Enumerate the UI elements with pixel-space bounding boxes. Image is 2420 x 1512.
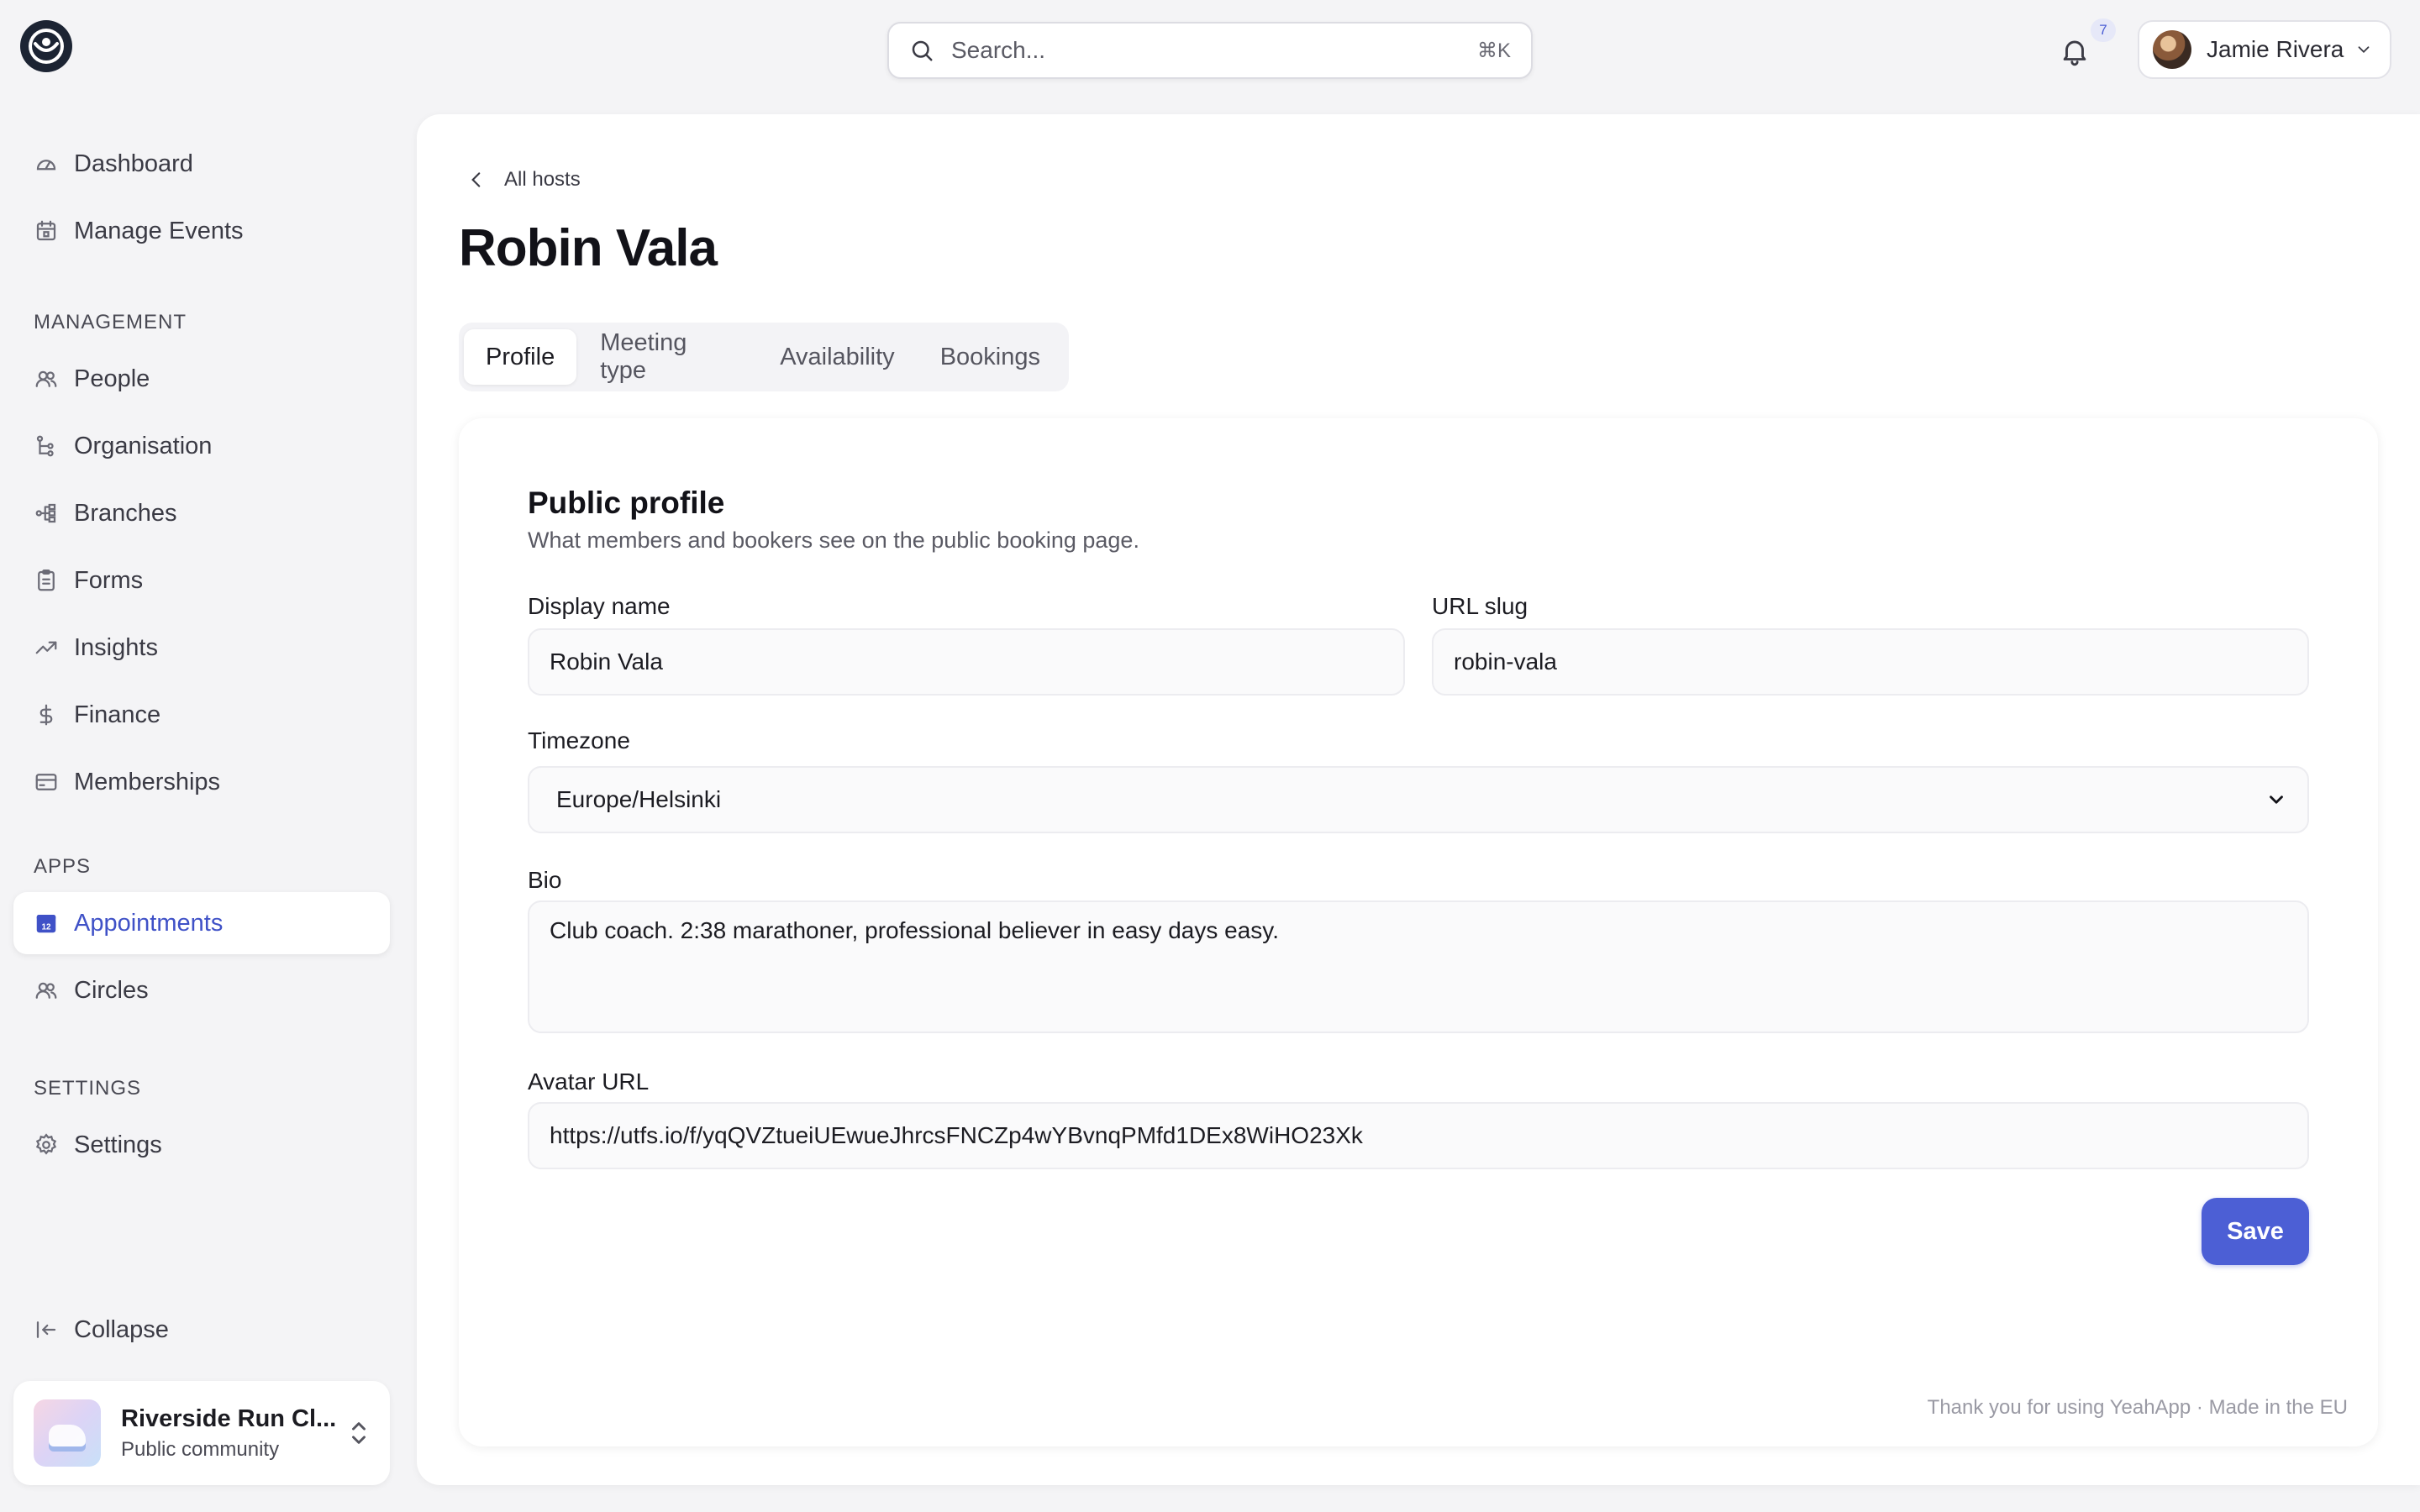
section-label-management: MANAGEMENT [34,311,187,333]
sidebar-item-label: Circles [74,976,149,1004]
dollar-icon [34,702,59,727]
sidebar-item-label: Finance [74,701,161,728]
bio-textarea[interactable]: Club coach. 2:38 marathoner, professiona… [528,900,2309,1033]
url-slug-label: URL slug [1432,593,1528,619]
avatar-url-label: Avatar URL [528,1068,650,1095]
sidebar-item-label: Branches [74,499,177,527]
org-name: Riverside Run Cl... [121,1404,337,1432]
sidebar-item-label: Insights [74,633,158,661]
org-image [34,1399,101,1467]
calendar-12-icon: 12 [34,911,59,936]
section-label-apps: APPS [34,855,92,878]
section-label-settings: SETTINGS [34,1077,142,1100]
form-description: What members and bookers see on the publ… [528,528,1139,553]
sidebar-item-circles[interactable]: Circles [13,959,390,1021]
org-subtitle: Public community [121,1437,280,1461]
tab-bookings[interactable]: Bookings [918,329,1062,385]
sidebar-item-settings[interactable]: Settings [13,1114,390,1176]
svg-text:12: 12 [41,923,51,932]
collapse-icon [34,1317,59,1342]
collapse-button[interactable]: Collapse [13,1299,390,1361]
breadcrumb[interactable]: All hosts [466,168,581,192]
sidebar-item-label: Forms [74,566,144,594]
branches-icon [34,501,59,526]
users-icon [34,366,59,391]
chevron-left-icon [466,169,487,191]
search-icon [909,38,934,63]
tab-meeting-type[interactable]: Meeting type [578,329,756,385]
main-panel: All hosts Robin Vala Profile Meeting typ… [417,114,2420,1485]
footer-note: Thank you for using YeahApp · Made in th… [1927,1396,2348,1419]
avatar-url-field[interactable]: https://utfs.io/f/yqQVZtueiUEwueJhrcsFNC… [528,1102,2309,1169]
display-name-value: Robin Vala [550,648,663,675]
display-name-label: Display name [528,593,671,619]
sidebar-item-finance[interactable]: Finance [13,684,390,746]
org-switcher[interactable]: Riverside Run Cl... Public community [13,1381,390,1485]
page-title: Robin Vala [459,219,718,277]
collapse-label: Collapse [74,1315,169,1343]
sidebar-item-label: Dashboard [74,150,193,177]
sidebar-item-insights[interactable]: Insights [13,617,390,679]
avatar [2153,30,2191,69]
card-icon [34,769,59,795]
user-name: Jamie Rivera [2207,36,2344,62]
notification-badge: 7 [2091,18,2116,42]
sidebar-item-forms[interactable]: Forms [13,549,390,612]
chevron-down-icon [2265,789,2287,811]
tab-availability[interactable]: Availability [758,329,916,385]
sidebar-item-label: Memberships [74,768,221,795]
timezone-select[interactable]: Europe/Helsinki [528,766,2309,833]
sidebar-item-label: Organisation [74,432,213,459]
form-title: Public profile [528,486,725,520]
sidebar-item-appointments[interactable]: 12 Appointments [13,892,390,954]
user-menu-button[interactable]: Jamie Rivera [2138,20,2391,79]
sidebar-item-label: Manage Events [74,217,244,244]
url-slug-value: robin-vala [1454,648,1557,675]
chevron-down-icon [2354,40,2373,59]
search-input[interactable]: Search... ⌘K [887,22,1533,79]
bio-label: Bio [528,867,562,893]
timezone-label: Timezone [528,727,630,753]
breadcrumb-link[interactable]: All hosts [504,168,581,192]
sidebar: Dashboard Manage Events MANAGEMENT Peopl… [0,0,403,1512]
avatar-url-value: https://utfs.io/f/yqQVZtueiUEwueJhrcsFNC… [550,1122,1363,1148]
tab-bar: Profile Meeting type Availability Bookin… [459,323,1069,391]
search-shortcut: ⌘K [1476,39,1511,62]
sidebar-item-people[interactable]: People [13,348,390,410]
save-button[interactable]: Save [2202,1198,2309,1265]
profile-form-card: Public profile What members and bookers … [459,418,2378,1446]
url-slug-field[interactable]: robin-vala [1432,628,2309,696]
gear-icon [34,1132,59,1158]
sidebar-item-memberships[interactable]: Memberships [13,751,390,813]
sidebar-item-label: Appointments [74,909,224,937]
chevron-up-down-icon [348,1416,370,1450]
tab-profile[interactable]: Profile [464,329,577,385]
search-placeholder: Search... [951,37,1046,63]
org-tree-icon [34,433,59,459]
sidebar-item-label: People [74,365,150,392]
clipboard-icon [34,568,59,593]
sidebar-item-dashboard[interactable]: Dashboard [13,133,390,195]
sidebar-item-manage-events[interactable]: Manage Events [13,200,390,262]
bell-icon[interactable] [2059,35,2091,67]
users-icon [34,978,59,1003]
calendar-icon [34,218,59,244]
timezone-value: Europe/Helsinki [556,786,722,812]
trend-up-icon [34,635,59,660]
sidebar-item-organisation[interactable]: Organisation [13,415,390,477]
sidebar-item-branches[interactable]: Branches [13,482,390,544]
bio-value: Club coach. 2:38 marathoner, professiona… [550,917,1279,943]
sidebar-item-label: Settings [74,1131,162,1158]
gauge-icon [34,151,59,176]
display-name-field[interactable]: Robin Vala [528,628,1405,696]
